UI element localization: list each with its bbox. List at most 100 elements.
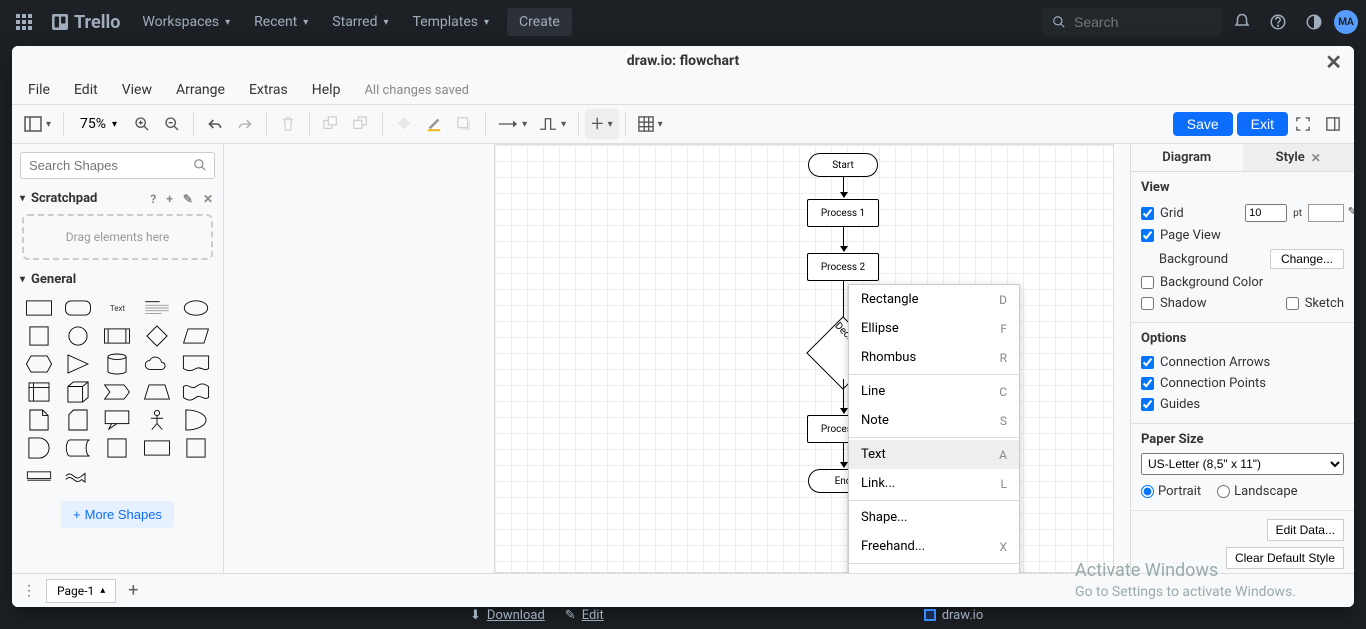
shape-square[interactable]	[20, 323, 57, 349]
to-back-button[interactable]	[346, 109, 376, 139]
edit-link[interactable]: ✎Edit	[565, 608, 604, 623]
shape-text[interactable]: Text	[99, 295, 136, 321]
menu-view[interactable]: View	[110, 78, 164, 102]
ctx-item-note[interactable]: NoteS	[849, 406, 1019, 435]
menu-help[interactable]: Help	[300, 78, 353, 102]
conn-points-checkbox[interactable]	[1141, 377, 1154, 390]
grid-size-input[interactable]	[1245, 204, 1287, 222]
shape-square2[interactable]	[99, 435, 136, 461]
paper-size-select[interactable]: US-Letter (8,5" x 11")	[1141, 453, 1344, 475]
shape-data-storage[interactable]	[59, 435, 96, 461]
pages-menu-icon[interactable]: ⋮	[16, 578, 42, 604]
shape-step[interactable]	[99, 379, 136, 405]
apps-grid-icon[interactable]	[8, 6, 40, 38]
tab-style[interactable]: Style✕	[1243, 144, 1355, 171]
to-front-button[interactable]	[316, 109, 346, 139]
zoom-out-button[interactable]	[157, 109, 187, 139]
close-icon[interactable]: ✕	[1311, 151, 1321, 165]
shape-parallelogram[interactable]	[178, 323, 215, 349]
shape-card[interactable]	[59, 407, 96, 433]
trello-search[interactable]	[1042, 8, 1222, 36]
zoom-in-button[interactable]	[127, 109, 157, 139]
shape-rounded[interactable]	[59, 295, 96, 321]
connection-button[interactable]: ▾	[492, 109, 533, 139]
search-shapes-input[interactable]	[20, 152, 215, 179]
landscape-radio[interactable]	[1217, 485, 1230, 498]
ctx-item-freehand[interactable]: Freehand...X	[849, 532, 1019, 561]
nav-templates[interactable]: Templates▾	[403, 8, 500, 36]
ctx-item-rectangle[interactable]: RectangleD	[849, 285, 1019, 314]
shadow-checkbox[interactable]	[1141, 297, 1154, 310]
edge[interactable]	[843, 177, 844, 197]
download-link[interactable]: ⬇Download	[470, 608, 545, 623]
shape-cube[interactable]	[59, 379, 96, 405]
conn-arrows-checkbox[interactable]	[1141, 356, 1154, 369]
menu-edit[interactable]: Edit	[62, 78, 110, 102]
waypoint-button[interactable]: ▾	[533, 109, 572, 139]
canvas-area[interactable]: Start Process 1 Process 2 Decision 1 Yes…	[224, 144, 1130, 573]
shape-cylinder[interactable]	[99, 351, 136, 377]
fullscreen-button[interactable]	[1288, 109, 1318, 139]
line-color-button[interactable]	[419, 109, 449, 139]
ctx-item-shape[interactable]: Shape...	[849, 503, 1019, 532]
menu-arrange[interactable]: Arrange	[164, 78, 237, 102]
shadow-button[interactable]	[449, 109, 479, 139]
clear-default-style-button[interactable]: Clear Default Style	[1226, 547, 1344, 569]
edit-data-button[interactable]: Edit Data...	[1267, 519, 1344, 541]
shape-triangle[interactable]	[59, 351, 96, 377]
shape-trapezoid[interactable]	[138, 379, 175, 405]
shape-rect2[interactable]	[138, 435, 175, 461]
nav-workspaces[interactable]: Workspaces▾	[132, 8, 240, 36]
shape-heading[interactable]	[138, 295, 175, 321]
scratchpad-close-icon[interactable]: ✕	[201, 192, 215, 206]
insert-button[interactable]: +▾	[585, 109, 618, 139]
page-view-checkbox[interactable]	[1141, 229, 1154, 242]
avatar[interactable]: MA	[1334, 10, 1358, 34]
page-tab-1[interactable]: Page-1▴	[46, 579, 116, 603]
ctx-item-rhombus[interactable]: RhombusR	[849, 343, 1019, 372]
node-process-2[interactable]: Process 2	[807, 253, 879, 281]
redo-button[interactable]	[230, 109, 260, 139]
ctx-item-ellipse[interactable]: EllipseF	[849, 314, 1019, 343]
modal-close-button[interactable]: ✕	[1325, 50, 1342, 74]
shape-rect3[interactable]	[178, 435, 215, 461]
canvas-page[interactable]: Start Process 1 Process 2 Decision 1 Yes…	[494, 144, 1114, 573]
trello-logo[interactable]: Trello	[44, 12, 128, 33]
edge[interactable]	[843, 443, 844, 467]
ctx-item-text[interactable]: TextA	[849, 440, 1019, 469]
format-panel-button[interactable]	[1318, 109, 1348, 139]
edge[interactable]	[843, 379, 844, 413]
general-header[interactable]: ▾ General	[12, 268, 223, 291]
shape-ellipse[interactable]	[178, 295, 215, 321]
scratchpad-dropzone[interactable]: Drag elements here	[22, 214, 213, 260]
shape-process[interactable]	[99, 323, 136, 349]
grid-color-swatch[interactable]	[1308, 204, 1344, 222]
ctx-item-line[interactable]: LineC	[849, 377, 1019, 406]
shape-and[interactable]	[20, 435, 57, 461]
create-button[interactable]: Create	[507, 8, 572, 36]
view-toggle-button[interactable]: ▾	[18, 109, 57, 139]
shape-circle[interactable]	[59, 323, 96, 349]
ctx-item-image[interactable]: Image...	[849, 566, 1019, 573]
bgcolor-checkbox[interactable]	[1141, 276, 1154, 289]
theme-icon[interactable]	[1298, 6, 1330, 38]
save-button[interactable]: Save	[1173, 112, 1233, 136]
shape-or[interactable]	[178, 407, 215, 433]
table-button[interactable]: ▾	[632, 109, 669, 139]
delete-button[interactable]	[273, 109, 303, 139]
ctx-item-link[interactable]: Link...L	[849, 469, 1019, 498]
shape-cloud[interactable]	[138, 351, 175, 377]
shape-rect[interactable]	[20, 295, 57, 321]
node-start[interactable]: Start	[808, 153, 878, 177]
help-icon[interactable]	[1262, 6, 1294, 38]
shape-callout[interactable]	[99, 407, 136, 433]
shape-display[interactable]	[20, 463, 57, 489]
edge[interactable]	[843, 227, 844, 251]
grid-checkbox[interactable]	[1141, 207, 1154, 220]
sketch-checkbox[interactable]	[1286, 297, 1299, 310]
notifications-icon[interactable]	[1226, 6, 1258, 38]
undo-button[interactable]	[200, 109, 230, 139]
menu-extras[interactable]: Extras	[237, 78, 300, 102]
shape-arrow[interactable]	[59, 463, 96, 489]
exit-button[interactable]: Exit	[1237, 112, 1288, 136]
